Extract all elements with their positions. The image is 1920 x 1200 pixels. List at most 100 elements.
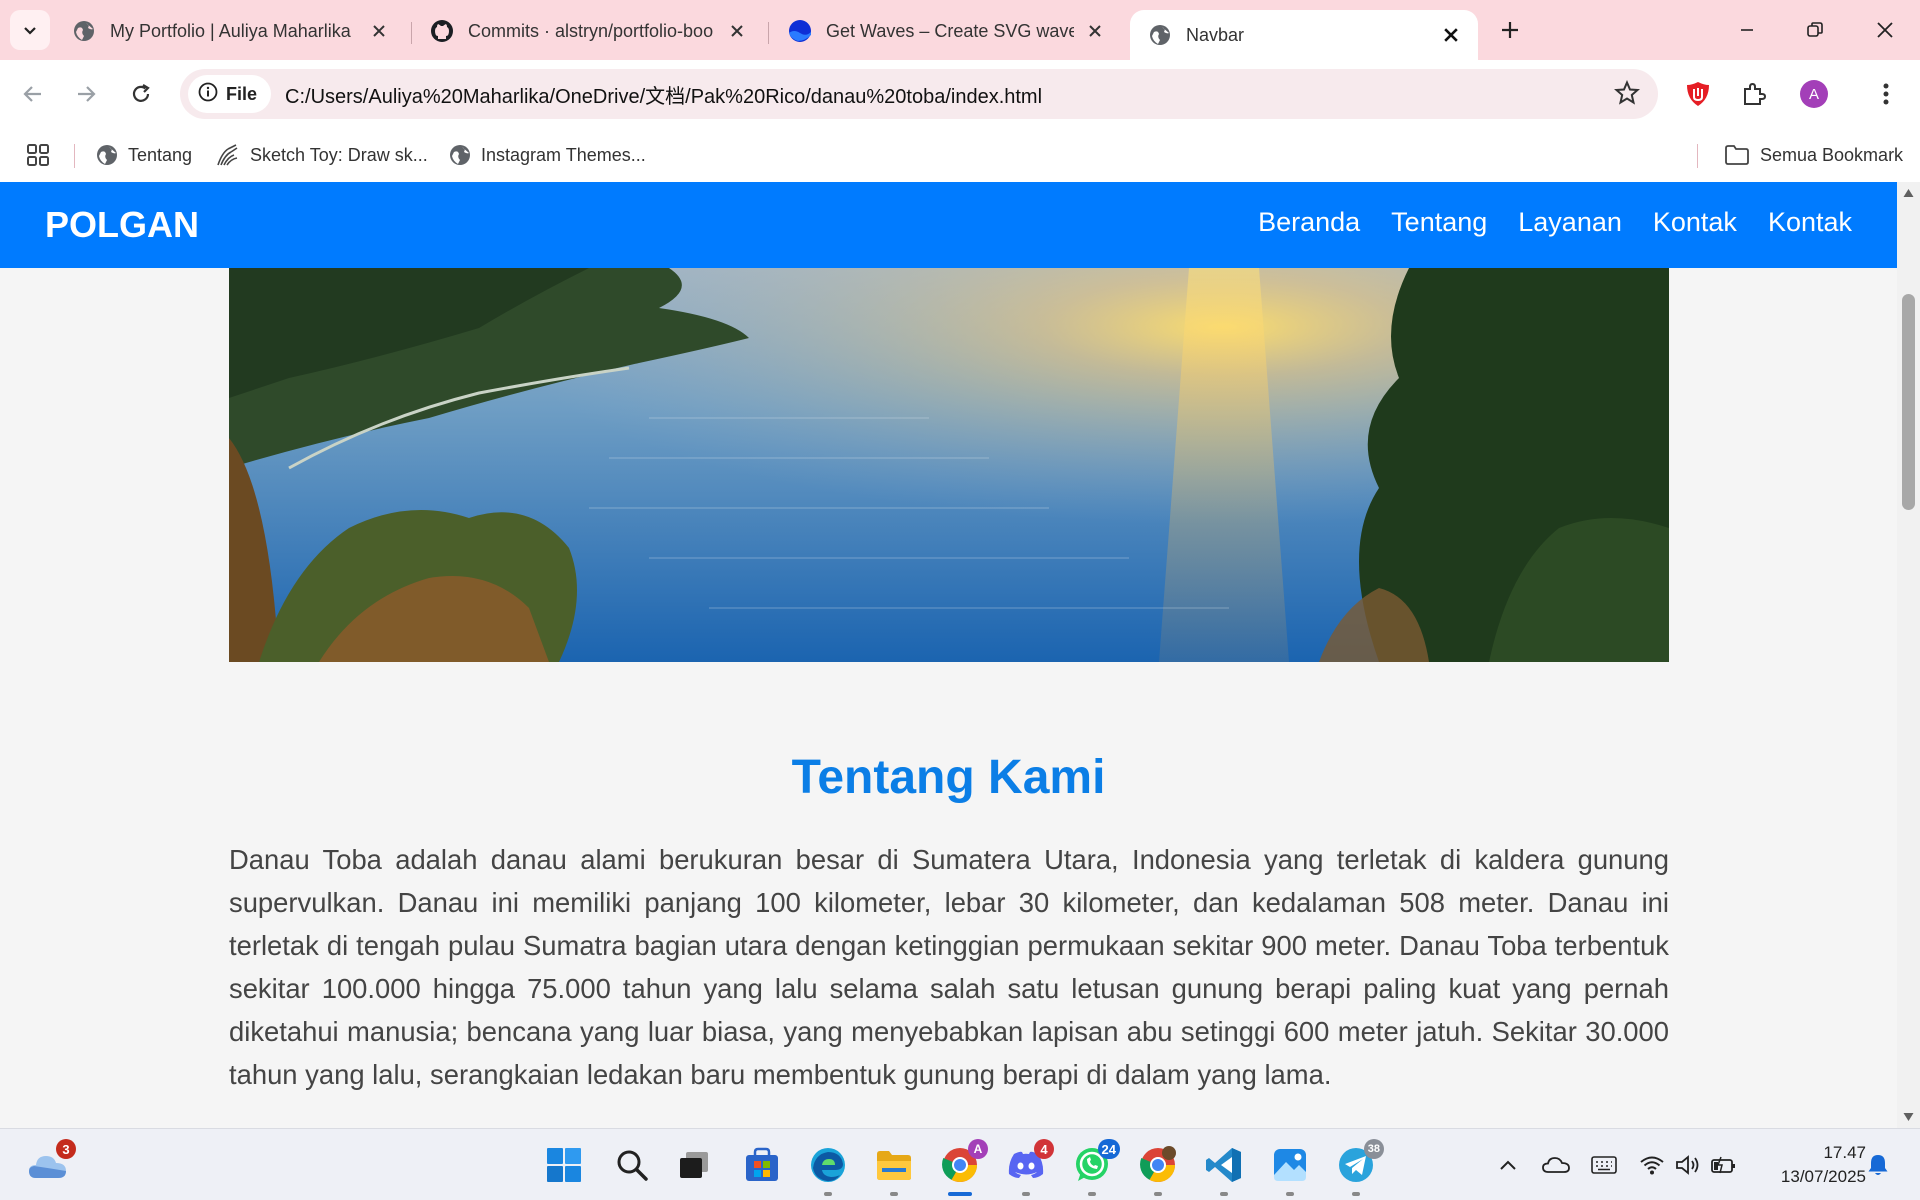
- browser-toolbar: File C:/Users/Auliya%20Maharlika/OneDriv…: [0, 60, 1920, 128]
- extension-shield-icon[interactable]: [1680, 76, 1716, 112]
- whatsapp-badge: 24: [1097, 1139, 1120, 1159]
- new-tab-button[interactable]: [1494, 14, 1526, 46]
- folder-icon: [877, 1151, 911, 1180]
- chrome-icon: [1140, 1146, 1176, 1182]
- tab-getwaves[interactable]: Get Waves – Create SVG waves: [770, 10, 1122, 52]
- photos-app[interactable]: [1268, 1143, 1312, 1196]
- tab-divider: [768, 22, 769, 44]
- plus-icon: [1502, 22, 1518, 38]
- kebab-menu-icon[interactable]: [1868, 76, 1904, 112]
- tab-title: Commits · alstryn/portfolio-boo: [468, 20, 714, 41]
- file-explorer-app[interactable]: [872, 1143, 916, 1196]
- tab-portfolio[interactable]: My Portfolio | Auliya Maharlika: [54, 10, 406, 52]
- bookmark-star-icon[interactable]: [1614, 79, 1640, 111]
- keyboard-icon[interactable]: [1590, 1151, 1618, 1179]
- site-brand[interactable]: POLGAN: [45, 204, 199, 246]
- extensions-puzzle-icon[interactable]: [1736, 76, 1772, 112]
- system-clock[interactable]: 17.47 13/07/2025: [1781, 1141, 1866, 1189]
- bookmark-tentang[interactable]: Tentang: [96, 140, 192, 170]
- onedrive-icon[interactable]: [1542, 1151, 1570, 1179]
- close-icon[interactable]: [368, 20, 390, 42]
- edge-app[interactable]: [806, 1143, 850, 1196]
- vscode-app[interactable]: [1202, 1143, 1246, 1196]
- bookmark-sketch-toy[interactable]: Sketch Toy: Draw sk...: [216, 140, 428, 170]
- bookmark-label: Instagram Themes...: [481, 144, 646, 165]
- close-window-button[interactable]: [1862, 10, 1908, 50]
- scroll-up-icon[interactable]: [1903, 188, 1914, 198]
- scrollbar-thumb[interactable]: [1902, 294, 1915, 510]
- store-app[interactable]: [740, 1143, 784, 1187]
- edge-icon: [811, 1148, 845, 1182]
- url-text[interactable]: C:/Users/Auliya%20Maharlika/OneDrive/文档/…: [285, 80, 1042, 109]
- chrome-profile-app[interactable]: [1136, 1143, 1180, 1196]
- reload-icon: [132, 84, 150, 102]
- scroll-down-icon[interactable]: [1903, 1112, 1914, 1122]
- nav-link-kontak[interactable]: Kontak: [1653, 207, 1737, 238]
- reload-button[interactable]: [121, 74, 161, 114]
- minimize-button[interactable]: [1724, 10, 1770, 50]
- profile-avatar[interactable]: A: [1796, 76, 1832, 112]
- notification-bell-icon[interactable]: [1864, 1151, 1892, 1179]
- running-indicator: [890, 1192, 898, 1196]
- bookmark-label: Tentang: [128, 144, 193, 165]
- nav-link-kontak-2[interactable]: Kontak: [1768, 207, 1852, 238]
- arrow-right-icon: [78, 86, 96, 102]
- wifi-icon[interactable]: [1638, 1151, 1666, 1179]
- volume-icon[interactable]: [1674, 1151, 1702, 1179]
- battery-icon[interactable]: [1710, 1151, 1738, 1179]
- task-view-icon: [680, 1152, 708, 1178]
- tab-title: Get Waves – Create SVG waves: [826, 20, 1074, 41]
- chevron-down-icon: [24, 27, 36, 35]
- start-button[interactable]: [542, 1143, 586, 1187]
- page-scrollbar[interactable]: [1897, 182, 1920, 1128]
- windows-taskbar: 3 A 4 24 38 17.47 13/07/2025: [0, 1128, 1920, 1200]
- whatsapp-app[interactable]: 24: [1070, 1139, 1120, 1196]
- nav-link-layanan[interactable]: Layanan: [1518, 207, 1622, 238]
- search-button[interactable]: [610, 1143, 654, 1187]
- site-info-chip[interactable]: File: [188, 75, 272, 113]
- nav-link-tentang[interactable]: Tentang: [1391, 207, 1487, 238]
- tab-title: My Portfolio | Auliya Maharlika: [110, 20, 351, 41]
- telegram-app[interactable]: 38: [1334, 1139, 1384, 1196]
- tab-search-button[interactable]: [10, 10, 50, 50]
- forward-button[interactable]: [66, 74, 106, 114]
- tab-commits[interactable]: Commits · alstryn/portfolio-boo: [412, 10, 764, 52]
- github-icon: [430, 19, 454, 43]
- tab-navbar[interactable]: Navbar: [1130, 10, 1478, 60]
- back-button[interactable]: [13, 74, 53, 114]
- page-viewport: POLGAN Beranda Tentang Layanan Kontak Ko…: [0, 182, 1920, 1128]
- running-indicator: [1154, 1192, 1162, 1196]
- photos-icon: [1274, 1149, 1306, 1181]
- task-view-button[interactable]: [672, 1143, 716, 1187]
- windows-logo-icon: [547, 1148, 581, 1182]
- nav-link-beranda[interactable]: Beranda: [1258, 207, 1360, 238]
- close-icon[interactable]: [1440, 24, 1462, 46]
- chrome-app[interactable]: A: [938, 1139, 988, 1196]
- bookmark-divider: [74, 144, 75, 168]
- bookmark-instagram-themes[interactable]: Instagram Themes...: [449, 140, 646, 170]
- avatar: A: [1800, 80, 1828, 108]
- weather-widget[interactable]: 3: [26, 1139, 76, 1187]
- restore-icon: [1807, 22, 1823, 37]
- tab-strip: My Portfolio | Auliya Maharlika Commits …: [0, 0, 1920, 60]
- running-indicator: [1022, 1192, 1030, 1196]
- close-icon[interactable]: [1084, 20, 1106, 42]
- nav-menu: Beranda Tentang Layanan Kontak Kontak: [1258, 207, 1852, 238]
- vscode-icon: [1206, 1148, 1241, 1182]
- bookmark-divider: [1697, 144, 1698, 168]
- address-bar[interactable]: File C:/Users/Auliya%20Maharlika/OneDriv…: [180, 69, 1658, 119]
- bookmarks-bar: Tentang Sketch Toy: Draw sk... Instagram…: [0, 128, 1920, 182]
- restore-button[interactable]: [1792, 10, 1838, 50]
- about-title: Tentang Kami: [791, 751, 1106, 804]
- bookmark-label: Sketch Toy: Draw sk...: [250, 144, 428, 165]
- about-paragraph: Danau Toba adalah danau alami berukuran …: [229, 844, 1669, 1090]
- running-indicator: [948, 1192, 972, 1196]
- apps-grid-icon[interactable]: [26, 140, 50, 170]
- discord-app[interactable]: 4: [1004, 1139, 1054, 1196]
- site-navbar: POLGAN Beranda Tentang Layanan Kontak Ko…: [0, 182, 1897, 268]
- all-bookmarks-button[interactable]: Semua Bookmark: [1724, 140, 1903, 170]
- running-indicator: [1352, 1192, 1360, 1196]
- chevron-up-icon[interactable]: [1494, 1151, 1522, 1179]
- telegram-badge: 38: [1363, 1139, 1384, 1159]
- close-icon[interactable]: [726, 20, 748, 42]
